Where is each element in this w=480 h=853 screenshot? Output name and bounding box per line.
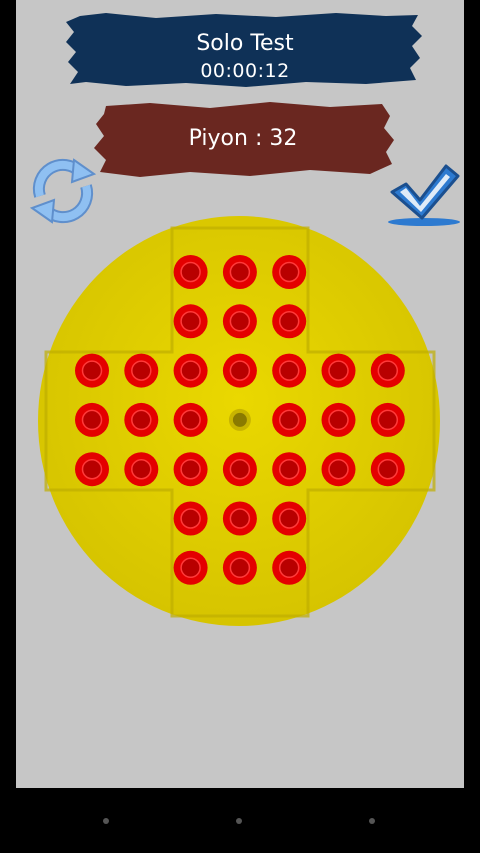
home-button[interactable]: [236, 818, 242, 824]
title-banner: Solo Test 00:00:12: [66, 12, 424, 88]
peg[interactable]: [321, 452, 356, 487]
peg[interactable]: [173, 402, 208, 437]
peg[interactable]: [173, 452, 208, 487]
peg[interactable]: [75, 452, 109, 487]
peg[interactable]: [75, 353, 109, 388]
peg[interactable]: [370, 353, 405, 388]
pawn-count-banner: Piyon : 32: [90, 100, 396, 178]
peg[interactable]: [124, 353, 159, 388]
peg[interactable]: [124, 402, 159, 437]
peg[interactable]: [75, 402, 109, 437]
peg[interactable]: [370, 452, 405, 487]
peg[interactable]: [272, 304, 307, 339]
peg[interactable]: [222, 452, 257, 487]
peg[interactable]: [222, 550, 257, 585]
peg[interactable]: [173, 353, 208, 388]
peg[interactable]: [173, 501, 208, 536]
game-board: [36, 216, 442, 626]
back-button[interactable]: [103, 818, 109, 824]
peg[interactable]: [173, 550, 208, 585]
game-screen: Solo Test 00:00:12 Piyon : 32: [16, 0, 464, 788]
peg[interactable]: [272, 550, 307, 585]
peg[interactable]: [370, 402, 405, 437]
game-title: Solo Test: [196, 31, 294, 56]
peg[interactable]: [173, 255, 208, 289]
peg[interactable]: [222, 353, 257, 388]
board-graphic: [38, 216, 440, 626]
peg[interactable]: [272, 402, 307, 437]
timer: 00:00:12: [200, 60, 290, 82]
android-nav-bar: [0, 788, 480, 853]
recent-apps-button[interactable]: [369, 818, 375, 824]
peg[interactable]: [272, 353, 307, 388]
peg[interactable]: [272, 501, 307, 536]
peg[interactable]: [272, 452, 307, 487]
empty-hole[interactable]: [228, 408, 251, 431]
peg[interactable]: [272, 255, 307, 289]
pawn-count: Piyon : 32: [188, 126, 298, 151]
peg[interactable]: [222, 255, 257, 289]
peg[interactable]: [222, 304, 257, 339]
peg[interactable]: [124, 452, 159, 487]
peg[interactable]: [173, 304, 208, 339]
peg[interactable]: [321, 353, 356, 388]
peg[interactable]: [321, 402, 356, 437]
peg[interactable]: [222, 501, 257, 536]
